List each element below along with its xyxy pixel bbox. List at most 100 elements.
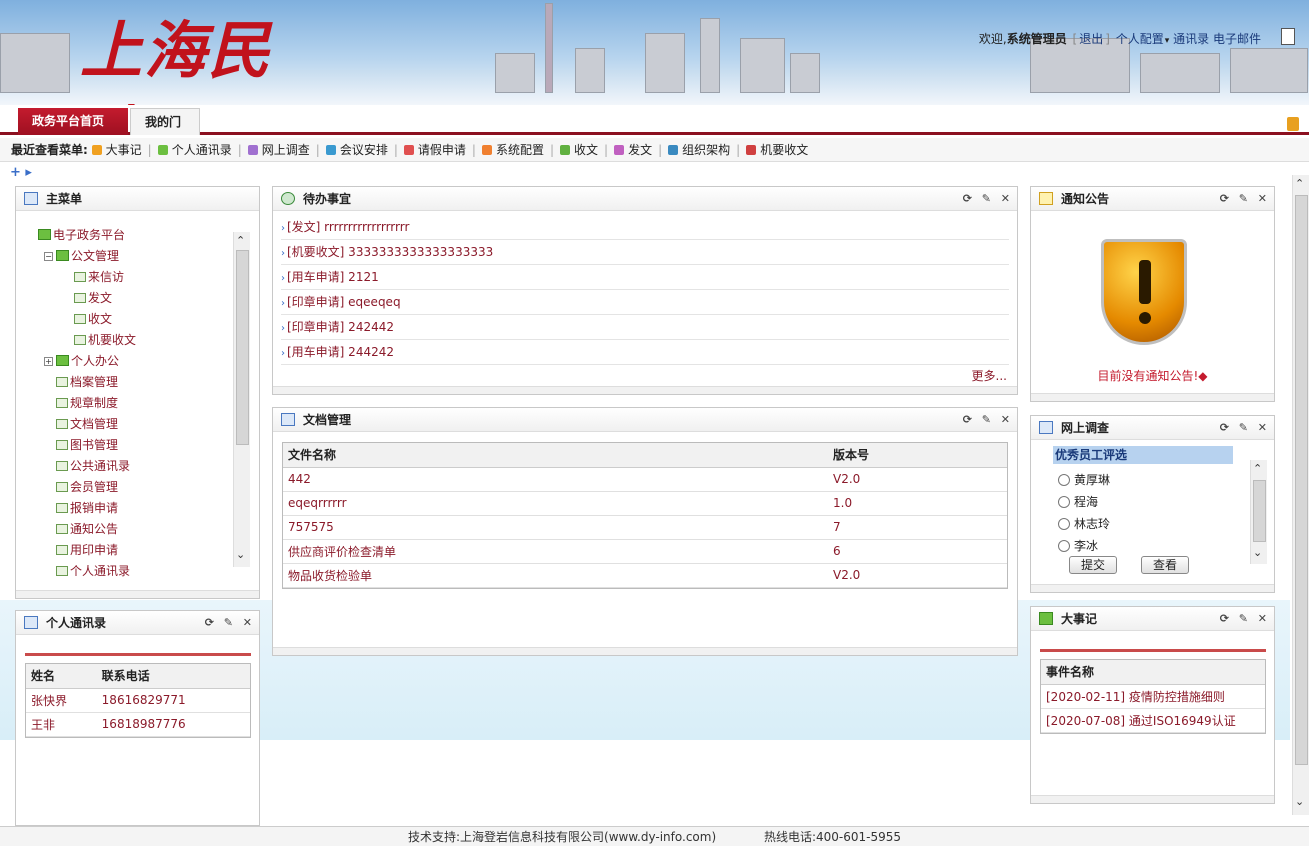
tree-node[interactable]: 用印申请 [38,540,136,561]
tree-node[interactable]: 图书管理 [38,435,136,456]
cell-event[interactable]: [2020-02-11] 疫情防控措施细则 [1041,684,1265,709]
tree-node[interactable]: 规章制度 [38,393,136,414]
table-row[interactable]: eqeqrrrrrr 1.0 [283,491,1007,516]
tree-node[interactable]: 报销申请 [38,498,136,519]
tree-node[interactable]: 机要收文 [38,330,136,351]
recent-menu-item[interactable]: | 发文 [604,138,652,162]
tree-node[interactable]: 收文 [38,309,136,330]
cell-name[interactable]: 王非 [26,712,97,737]
recent-menu-item[interactable]: | 收文 [550,138,598,162]
panel-tool-icons[interactable]: ⟳ ✎ ✕ [205,611,255,635]
cell-filename[interactable]: 757575 [283,515,828,540]
todo-item[interactable]: › [发文] rrrrrrrrrrrrrrrrrr [281,215,1009,240]
recent-menu-item[interactable]: | 个人通讯录 [148,138,232,162]
page-scrollbar[interactable]: ⌃ ⌄ [1292,175,1309,815]
cell-event[interactable]: [2020-07-08] 通过ISO16949认证 [1041,708,1265,733]
chevron-down-icon[interactable]: ⌄ [1253,546,1262,559]
email-link[interactable]: 电子邮件 [1213,32,1261,46]
address-book-link[interactable]: 通讯录 [1173,32,1209,46]
recent-menu-item[interactable]: | 网上调查 [238,138,310,162]
panel-tool-icons[interactable]: ⟳ ✎ ✕ [1220,607,1270,631]
poll-option[interactable]: 林志玲 [1058,515,1110,532]
recent-menu-item[interactable]: | 会议安排 [316,138,388,162]
panel-header: 文档管理 ⟳ ✎ ✕ [273,408,1017,432]
tree-node[interactable]: 个人通讯录 [38,561,136,582]
recent-menu-item[interactable]: | 请假申请 [394,138,466,162]
table-row[interactable]: 物品收货检验单 V2.0 [283,563,1007,588]
cell-name[interactable]: 张快界 [26,688,97,713]
recent-menu-item[interactable]: | 组织架构 [658,138,730,162]
table-row[interactable]: [2020-02-11] 疫情防控措施细则 [1041,684,1265,709]
panel-resize-handle[interactable] [273,386,1017,394]
todo-item[interactable]: › [机要收文] 3333333333333333333 [281,240,1009,265]
poll-option[interactable]: 李冰 [1058,537,1098,554]
todo-item[interactable]: › [印章申请] 242442 [281,315,1009,340]
personal-config-link[interactable]: 个人配置 [1116,32,1164,46]
poll-option[interactable]: 黄厚琳 [1058,471,1110,488]
table-row[interactable]: 张快界 18616829771 [26,688,250,713]
radio-button[interactable] [1058,474,1070,486]
radio-button[interactable] [1058,540,1070,552]
cell-filename[interactable]: eqeqrrrrrr [283,491,828,516]
cell-filename[interactable]: 供应商评价检查清单 [283,539,828,564]
chevron-up-icon[interactable]: ⌃ [236,234,245,247]
panel-tool-icons[interactable]: ⟳ ✎ ✕ [1220,416,1270,440]
survey-scrollbar[interactable]: ⌃ ⌄ [1250,460,1267,564]
table-row[interactable]: 442 V2.0 [283,467,1007,492]
tree-node[interactable]: 电子政务平台 [38,225,136,246]
panel-resize-handle[interactable] [16,590,259,598]
todo-item-label: [印章申请] 242442 [287,320,394,334]
scroll-thumb[interactable] [236,250,249,445]
menu-item-icon [325,145,336,155]
tree-node[interactable]: 发文 [38,288,136,309]
cell-filename[interactable]: 442 [283,467,828,492]
panel-tool-icons[interactable]: ⟳ ✎ ✕ [963,187,1013,211]
tree-node[interactable]: 通知公告 [38,519,136,540]
go-top-icon[interactable] [1287,117,1299,131]
table-row[interactable]: 王非 16818987776 [26,712,250,737]
panel-tool-icons[interactable]: ⟳ ✎ ✕ [1220,187,1270,211]
tree-node[interactable]: 文档管理 [38,414,136,435]
recent-menu-item[interactable]: 大事记 [91,138,142,162]
tree-node[interactable]: 会员管理 [38,477,136,498]
expand-collapse-icons[interactable]: + ▸ [10,165,32,180]
view-results-button[interactable]: 查看 [1141,556,1189,574]
table-row[interactable]: 供应商评价检查清单 6 [283,539,1007,564]
chevron-down-icon[interactable]: ⌄ [1295,795,1304,808]
tree-node[interactable]: 档案管理 [38,372,136,393]
tree-toggle-icon[interactable]: − [44,252,53,261]
panel-resize-handle[interactable] [273,647,1017,655]
radio-button[interactable] [1058,496,1070,508]
todo-item[interactable]: › [用车申请] 244242 [281,340,1009,365]
logout-link[interactable]: 退出 [1079,32,1103,46]
todo-item[interactable]: › [用车申请] 2121 [281,265,1009,290]
submit-button[interactable]: 提交 [1069,556,1117,574]
calculator-icon[interactable] [1281,28,1295,45]
scroll-thumb[interactable] [1295,195,1308,765]
recent-menu-item[interactable]: | 系统配置 [472,138,544,162]
tree-node[interactable]: 公共通讯录 [38,456,136,477]
radio-button[interactable] [1058,518,1070,530]
tree-node[interactable]: 来信访 [38,267,136,288]
poll-option[interactable]: 程海 [1058,493,1098,510]
recent-menu-item[interactable]: | 机要收文 [736,138,808,162]
todo-item[interactable]: › [印章申请] eqeeqeq [281,290,1009,315]
panel-resize-handle[interactable] [1031,584,1274,592]
tab-portal-home[interactable]: 政务平台首页 ⌄ [18,108,128,155]
tab-my-portal[interactable]: 我的门户 [130,108,200,156]
cell-filename[interactable]: 物品收货检验单 [283,563,828,588]
chevron-up-icon[interactable]: ⌃ [1253,462,1262,475]
tree-node[interactable]: + 个人办公 [38,351,136,372]
scroll-thumb[interactable] [1253,480,1266,542]
chevron-down-icon[interactable]: ⌄ [236,548,245,561]
chevron-up-icon[interactable]: ⌃ [1295,177,1304,190]
table-row[interactable]: 757575 7 [283,515,1007,540]
panel-resize-handle[interactable] [1031,393,1274,401]
tree-toggle-icon[interactable]: + [44,357,53,366]
tree-node[interactable]: − 公文管理 [38,246,136,267]
panel-tool-icons[interactable]: ⟳ ✎ ✕ [963,408,1013,432]
menu-scrollbar[interactable]: ⌃ ⌄ [233,232,250,567]
more-link[interactable]: 更多... [972,367,1007,384]
panel-resize-handle[interactable] [1031,795,1274,803]
table-row[interactable]: [2020-07-08] 通过ISO16949认证 [1041,708,1265,733]
